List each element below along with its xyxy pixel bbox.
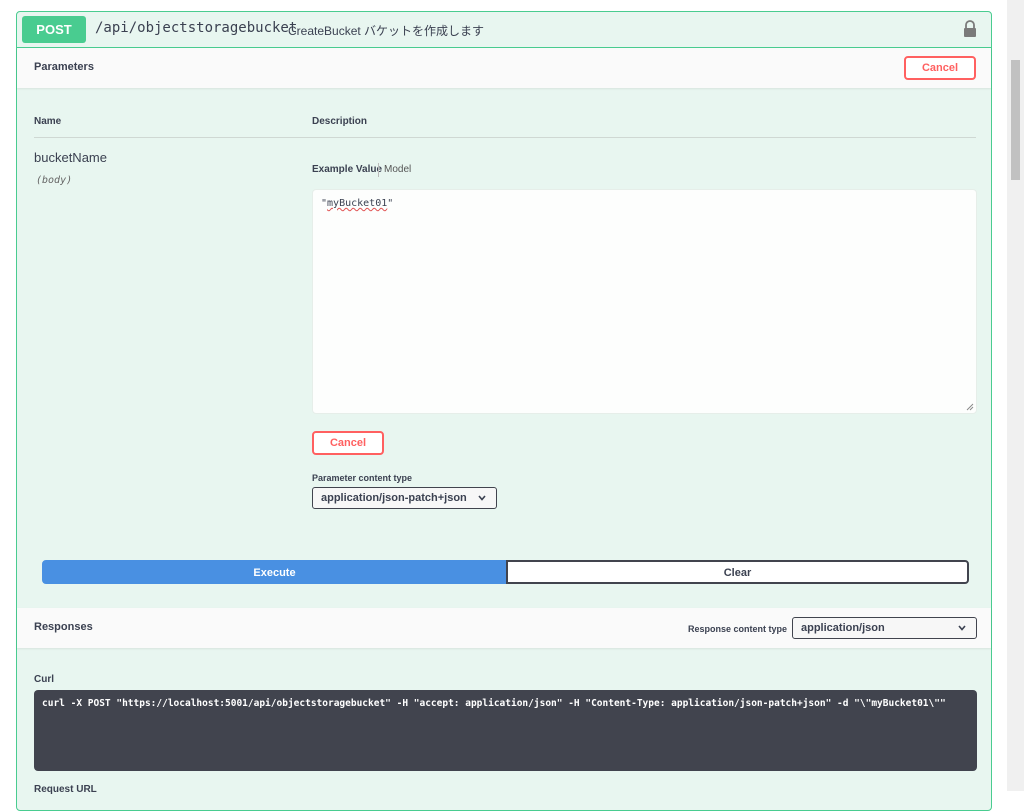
response-content-type-value: application/json <box>801 622 885 634</box>
execute-wrapper: Execute Clear <box>42 560 969 584</box>
curl-label: Curl <box>34 674 54 685</box>
responses-header: Responses Response content type applicat… <box>17 608 991 648</box>
parameters-title: Parameters <box>34 61 94 73</box>
parameter-content-type-value: application/json-patch+json <box>321 492 467 504</box>
endpoint-path: /api/objectstoragebucket <box>95 20 298 36</box>
scrollbar-thumb[interactable] <box>1011 60 1020 180</box>
chevron-down-icon <box>958 625 966 631</box>
tab-model[interactable]: Model <box>384 164 411 175</box>
column-name-header: Name <box>34 116 62 127</box>
clear-button[interactable]: Clear <box>506 560 969 584</box>
parameter-location: (body) <box>36 175 73 186</box>
lock-icon[interactable] <box>963 20 977 38</box>
parameter-content-type-select[interactable]: application/json-patch+json <box>312 487 497 509</box>
method-badge: POST <box>22 16 86 43</box>
page-scrollbar[interactable] <box>1007 0 1024 791</box>
operation-block: POST /api/objectstoragebucket CreateBuck… <box>16 11 992 811</box>
resize-grip-icon[interactable] <box>966 403 974 411</box>
parameter-content-type-label: Parameter content type <box>312 473 413 483</box>
header-divider <box>34 137 976 138</box>
operation-summary[interactable]: POST /api/objectstoragebucket CreateBuck… <box>17 12 991 48</box>
body-quote-close: " <box>387 198 394 209</box>
chevron-down-icon <box>478 495 486 501</box>
tab-separator <box>378 163 379 177</box>
request-url-label: Request URL <box>34 784 97 795</box>
body-textarea[interactable]: "myBucket01" <box>312 189 977 414</box>
body-value-word: myBucket01 <box>327 198 388 209</box>
column-description-header: Description <box>312 116 368 127</box>
cancel-try-out-button[interactable]: Cancel <box>904 56 976 80</box>
parameters-header: Parameters Cancel <box>17 48 991 88</box>
execute-button[interactable]: Execute <box>42 560 507 584</box>
tab-example-value[interactable]: Example Value <box>312 164 382 175</box>
parameter-name: bucketName <box>34 150 107 165</box>
response-content-type-label: Response content type <box>688 624 788 634</box>
response-content-type-select[interactable]: application/json <box>792 617 977 639</box>
responses-title: Responses <box>34 621 93 633</box>
endpoint-description: CreateBucket バケットを作成します <box>288 24 485 38</box>
curl-command-box[interactable]: curl -X POST "https://localhost:5001/api… <box>34 690 977 771</box>
param-cancel-button[interactable]: Cancel <box>312 431 384 455</box>
